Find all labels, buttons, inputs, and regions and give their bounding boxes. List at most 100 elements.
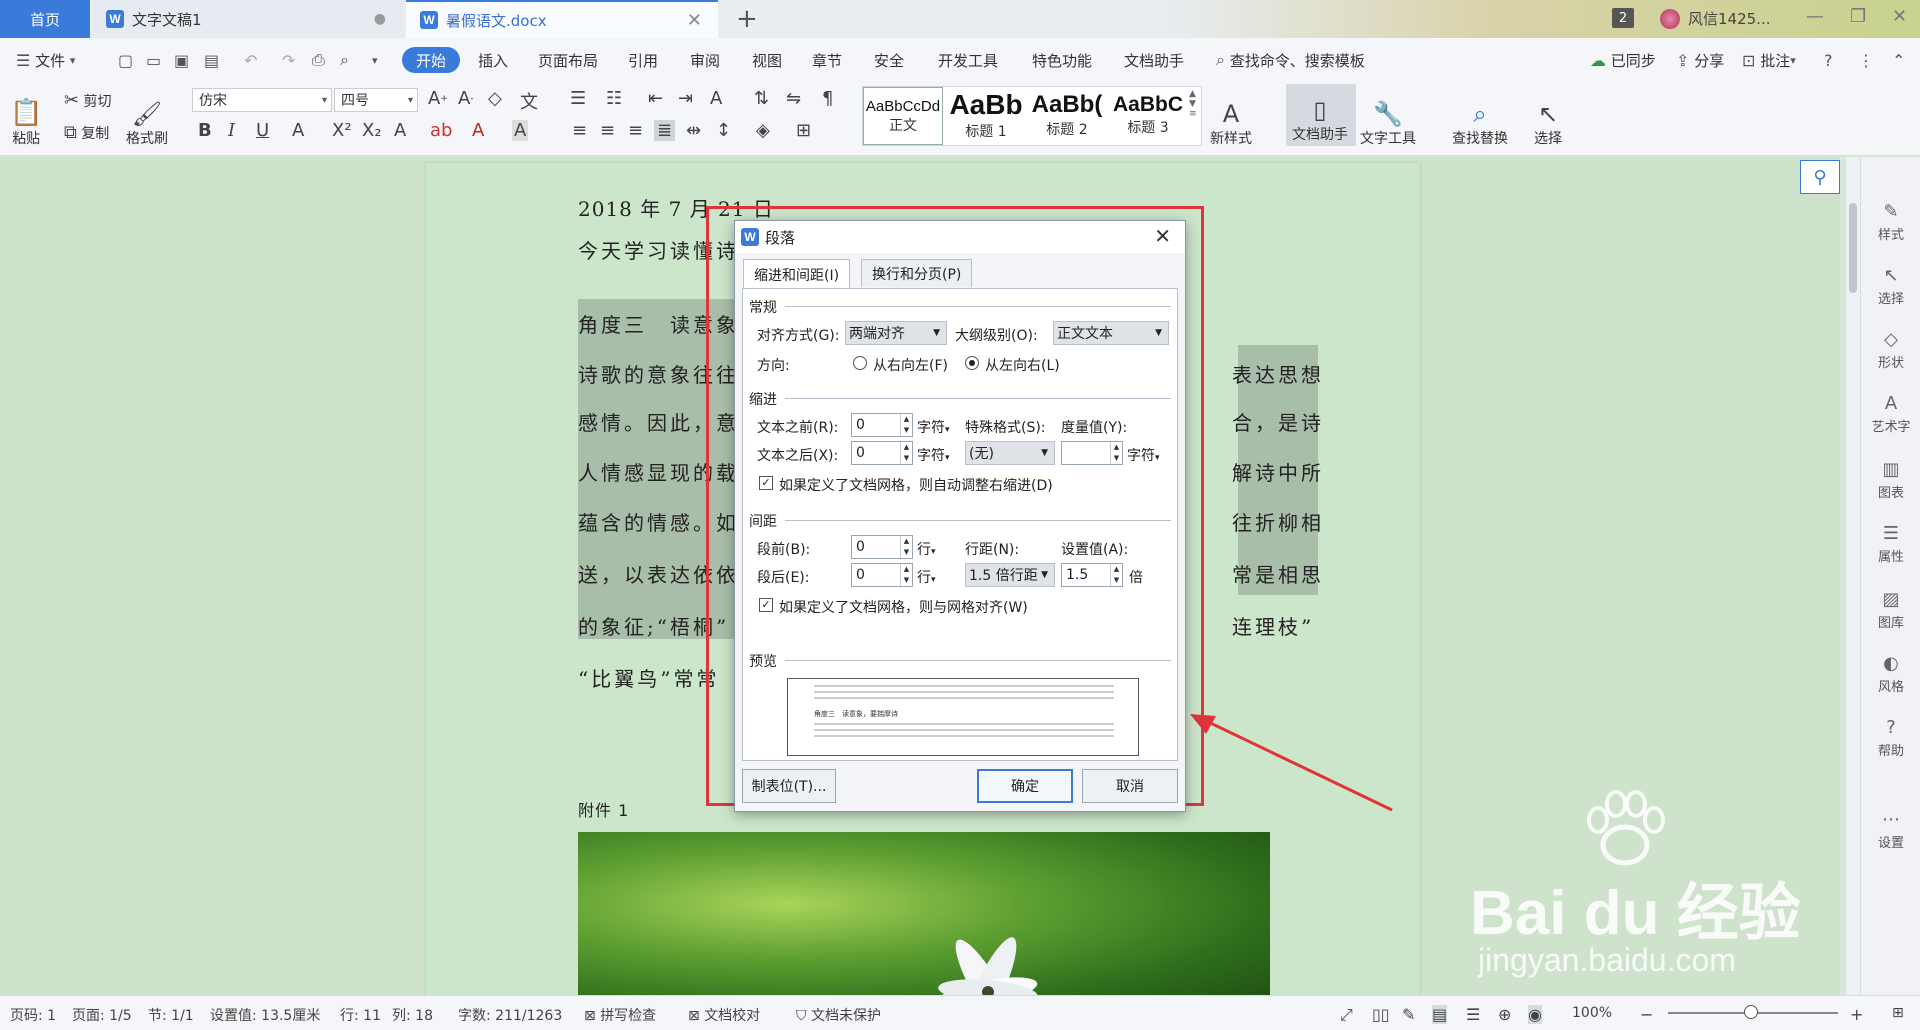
save-icon[interactable]: ▣ <box>174 47 189 73</box>
menu-start[interactable]: 开始 <box>402 47 461 73</box>
distribute-icon[interactable]: ⇹ <box>686 120 701 141</box>
measure-input[interactable]: ▲ ▼ <box>1061 441 1123 465</box>
notification-badge[interactable]: 2 <box>1612 8 1634 28</box>
menu-chapter[interactable]: 章节 <box>812 47 842 73</box>
web-view-icon[interactable]: ⊕ <box>1498 1005 1511 1024</box>
grow-font-icon[interactable]: A + <box>428 88 448 109</box>
spinner-arrows-icon[interactable]: ▲ ▼ <box>900 536 912 558</box>
grid-align-label[interactable]: 如果定义了文档网格，则与网格对齐(W) <box>779 597 1028 617</box>
sort-icon[interactable]: ⇅ <box>754 88 769 109</box>
style-heading3[interactable]: AaBbC 标题 3 <box>1109 87 1187 145</box>
bold-icon[interactable]: B <box>198 120 212 141</box>
numbered-list-icon[interactable]: ☷ <box>606 88 622 109</box>
menu-review[interactable]: 审阅 <box>690 47 720 73</box>
font-color-icon[interactable]: A <box>472 120 484 141</box>
copy-button[interactable]: ⧉ 复制 <box>64 122 109 143</box>
bullet-list-icon[interactable]: ☰ <box>570 88 586 109</box>
ltr-radio[interactable] <box>965 356 979 370</box>
subscript-icon[interactable]: X₂ <box>362 120 382 141</box>
side-gallery[interactable]: ▨ 图库 <box>1861 589 1920 631</box>
tab-line-page-breaks[interactable]: 换行和分页(P) <box>861 259 973 287</box>
spacing-after-unit[interactable]: 行▾ <box>917 567 936 587</box>
side-wordart[interactable]: A 艺术字 <box>1861 393 1920 435</box>
find-replace-button[interactable]: ⌕ 查找替换 <box>1452 88 1508 148</box>
status-row[interactable]: 行: 11 <box>340 1005 381 1025</box>
status-col[interactable]: 列: 18 <box>392 1005 433 1025</box>
chinese-layout-icon[interactable]: A <box>710 88 722 109</box>
spacing-before-input[interactable]: 0 ▲ ▼ <box>851 535 913 559</box>
side-select[interactable]: ↖ 选择 <box>1861 265 1920 307</box>
menu-insert[interactable]: 插入 <box>478 47 508 73</box>
menu-features[interactable]: 特色功能 <box>1032 47 1092 73</box>
protect-button[interactable]: ⛉ 文档未保护 <box>796 1005 881 1025</box>
menu-references[interactable]: 引用 <box>628 47 658 73</box>
zoom-slider-handle[interactable] <box>1744 1005 1758 1019</box>
strikethrough-icon[interactable]: A <box>292 120 304 141</box>
menu-page-layout[interactable]: 页面布局 <box>538 47 598 73</box>
setting-value-input[interactable]: 1.5 ▲ ▼ <box>1061 563 1123 587</box>
status-page-code[interactable]: 页码: 1 <box>10 1005 56 1025</box>
edit-mode-icon[interactable]: ✎ <box>1402 1005 1415 1024</box>
status-section[interactable]: 节: 1/1 <box>148 1005 194 1025</box>
read-mode-icon[interactable]: ▯▯ <box>1372 1005 1390 1024</box>
text-effect-icon[interactable]: A <box>394 120 406 141</box>
menu-security[interactable]: 安全 <box>874 47 904 73</box>
user-account[interactable]: 风信1425... <box>1660 8 1770 29</box>
increase-indent-icon[interactable]: ⇥ <box>678 88 693 109</box>
dialog-title-bar[interactable]: W 段落 ✕ <box>735 221 1185 253</box>
status-more-icon[interactable]: ⊞ <box>1892 1005 1904 1021</box>
scroll-thumb[interactable] <box>1849 203 1857 293</box>
borders-icon[interactable]: ⊞ <box>796 120 811 141</box>
close-window-icon[interactable]: ✕ <box>1892 6 1907 27</box>
print-icon[interactable]: ⎙ <box>312 47 325 73</box>
close-tab-icon[interactable]: ✕ <box>687 10 702 31</box>
side-theme[interactable]: ◐ 风格 <box>1861 653 1920 695</box>
decrease-indent-icon[interactable]: ⇤ <box>648 88 663 109</box>
tab-doc2[interactable]: W 暑假语文.docx ✕ <box>406 0 718 38</box>
auto-adjust-checkbox[interactable]: ✓ <box>759 476 773 490</box>
phonetic-guide-icon[interactable]: 文 <box>520 88 538 114</box>
location-pin-icon[interactable]: ⚲ <box>1800 160 1840 194</box>
spacing-after-input[interactable]: 0 ▲ ▼ <box>851 563 913 587</box>
zoom-out-icon[interactable]: − <box>1640 1005 1653 1024</box>
search-command[interactable]: ⌕ 查找命令、搜索模板 <box>1216 47 1365 73</box>
special-format-select[interactable]: (无) ▼ <box>965 441 1055 465</box>
spinner-arrows-icon[interactable]: ▲ ▼ <box>900 564 912 586</box>
line-spacing-icon[interactable]: ↕ <box>716 120 731 141</box>
style-gallery-scroll-icon[interactable]: ▲ ▼ ≡ <box>1189 89 1197 119</box>
spinner-arrows-icon[interactable]: ▲ ▼ <box>900 414 912 436</box>
rtl-label[interactable]: 从右向左(F) <box>873 355 948 375</box>
new-style-button[interactable]: A 新样式 <box>1210 88 1252 148</box>
indent-after-unit[interactable]: 字符▾ <box>917 445 950 465</box>
char-shading-icon[interactable]: A <box>512 120 529 141</box>
text-tools-button[interactable]: 🔧 文字工具 <box>1360 88 1416 148</box>
measure-unit[interactable]: 字符▾ <box>1127 445 1160 465</box>
undo-icon[interactable]: ↶ <box>244 47 257 73</box>
menu-view[interactable]: 视图 <box>752 47 782 73</box>
zoom-in-icon[interactable]: + <box>1850 1005 1863 1024</box>
highlight-color-icon[interactable]: ab <box>430 120 452 141</box>
line-spacing-select[interactable]: 1.5 倍行距 ▼ <box>965 563 1055 587</box>
align-center-icon[interactable]: ≡ <box>600 120 615 141</box>
paste-button[interactable]: 📋 粘贴 <box>10 88 42 148</box>
font-size-select[interactable]: 四号 ▾ <box>334 88 418 112</box>
ltr-label[interactable]: 从左向右(L) <box>985 355 1060 375</box>
style-normal[interactable]: AaBbCcDd 正文 <box>863 87 943 145</box>
help-icon[interactable]: ? <box>1824 47 1833 73</box>
cut-button[interactable]: ✂ 剪切 <box>64 90 112 111</box>
shrink-font-icon[interactable]: A- <box>458 88 474 109</box>
new-doc-icon[interactable]: ▢ <box>118 47 133 73</box>
select-button[interactable]: ↖ 选择 <box>1534 88 1562 148</box>
file-menu[interactable]: ☰ 文件 ▾ <box>16 47 75 73</box>
clear-format-icon[interactable]: ◇ <box>488 88 502 109</box>
fullscreen-icon[interactable]: ⤢ <box>1340 1005 1353 1025</box>
format-painter-button[interactable]: 🖌 格式刷 <box>126 88 168 148</box>
side-help[interactable]: ? 帮助 <box>1861 717 1920 759</box>
print-preview-icon[interactable]: ⌕ <box>340 47 349 73</box>
doc-assistant-button[interactable]: ▯ 文档助手 <box>1286 84 1356 146</box>
doc-proof-button[interactable]: ⊠ 文档校对 <box>688 1005 760 1025</box>
grid-align-checkbox[interactable]: ✓ <box>759 598 773 612</box>
align-left-icon[interactable]: ≡ <box>572 120 587 141</box>
spell-check-button[interactable]: ⊠ 拼写检查 <box>584 1005 656 1025</box>
dialog-close-icon[interactable]: ✕ <box>1154 224 1171 248</box>
